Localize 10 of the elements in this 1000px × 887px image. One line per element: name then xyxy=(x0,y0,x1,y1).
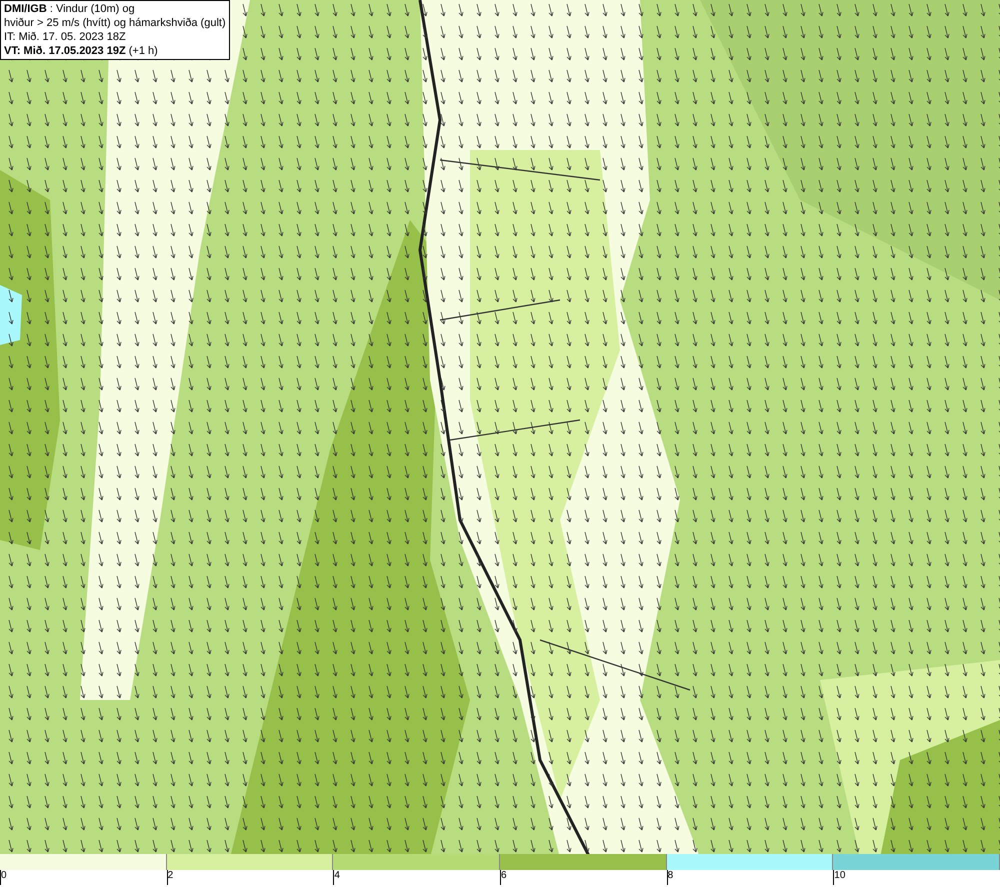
legend-label: 2 xyxy=(168,870,174,882)
legend-label: 10 xyxy=(834,870,846,882)
legend-label: 8 xyxy=(668,870,674,882)
legend-label: 4 xyxy=(334,870,340,882)
title-line: IT: Mið. 17. 05. 2023 18Z xyxy=(4,30,127,44)
title-line: hviður > 25 m/s (hvítt) og hámarkshviða (gult) xyxy=(4,16,226,30)
title-line: DMI/IGB : Vindur (10m) og xyxy=(4,2,136,16)
title-line: VT: Mið. 17.05.2023 19Z (+1 h) xyxy=(4,44,159,58)
legend-label: 0 xyxy=(1,870,7,882)
legend-label: 6 xyxy=(500,870,507,882)
